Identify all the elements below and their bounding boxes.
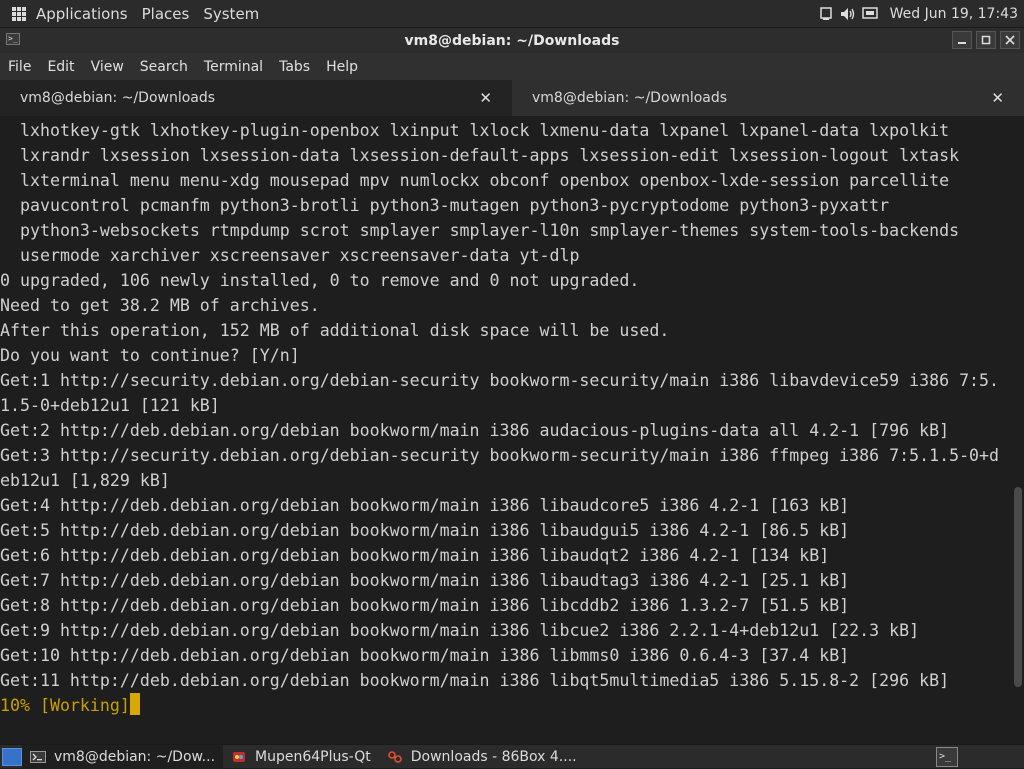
terminal-line: Get:4 http://deb.debian.org/debian bookw… xyxy=(0,496,850,515)
show-desktop-button[interactable] xyxy=(2,747,22,766)
terminal-icon xyxy=(30,750,46,764)
menu-file[interactable]: File xyxy=(0,59,39,75)
terminal-scrollbar[interactable] xyxy=(1012,116,1024,744)
clock[interactable]: Wed Jun 19, 17:43 xyxy=(890,6,1018,22)
terminal-line: Do you want to continue? [Y/n] xyxy=(0,346,300,365)
terminal-line: Get:2 http://deb.debian.org/debian bookw… xyxy=(0,421,950,440)
terminal-line: Get:11 http://deb.debian.org/debian book… xyxy=(0,671,950,690)
tab-close-icon[interactable]: ✕ xyxy=(479,89,492,107)
mupen-icon xyxy=(231,750,247,764)
terminal-icon[interactable]: >_ xyxy=(6,33,20,45)
terminal-line: Get:9 http://deb.debian.org/debian bookw… xyxy=(0,621,920,640)
menu-tabs[interactable]: Tabs xyxy=(271,59,318,75)
menu-bar: File Edit View Search Terminal Tabs Help xyxy=(0,53,1024,80)
panel-menus: Applications Places System xyxy=(0,0,267,28)
terminal-output[interactable]: lxhotkey-gtk lxhotkey-plugin-openbox lxi… xyxy=(0,116,1012,744)
tab-close-icon[interactable]: ✕ xyxy=(991,89,1004,107)
taskbar-item-label: vm8@debian: ~/Dow... xyxy=(54,748,216,765)
terminal-line: 0 upgraded, 106 newly installed, 0 to re… xyxy=(0,271,640,290)
terminal-line: lxrandr lxsession lxsession-data lxsessi… xyxy=(0,146,960,165)
scrollbar-thumb[interactable] xyxy=(1014,487,1022,687)
window-title: vm8@debian: ~/Downloads xyxy=(404,32,620,49)
terminal-line: Get:10 http://deb.debian.org/debian book… xyxy=(0,646,850,665)
terminal-line: After this operation, 152 MB of addition… xyxy=(0,321,670,340)
terminal-line: python3-websockets rtmpdump scrot smplay… xyxy=(0,221,960,240)
tab-1[interactable]: vm8@debian: ~/Downloads ✕ xyxy=(0,80,512,116)
terminal-line: Get:3 http://security.debian.org/debian-… xyxy=(0,446,1000,465)
status-text: 10% [Working] xyxy=(0,696,130,715)
tab-bar: vm8@debian: ~/Downloads ✕ vm8@debian: ~/… xyxy=(0,80,1024,116)
taskbar-item-label: Mupen64Plus-Qt xyxy=(255,748,371,765)
terminal-line: 1.5-0+deb12u1 [121 kB] xyxy=(0,396,220,415)
terminal-line: Need to get 38.2 MB of archives. xyxy=(0,296,320,315)
places-menu[interactable]: Places xyxy=(142,5,190,23)
minimize-button[interactable] xyxy=(952,31,972,49)
terminal-status-line: 10% [Working] xyxy=(0,693,1012,718)
network-icon[interactable] xyxy=(818,6,834,22)
maximize-button[interactable] xyxy=(976,31,996,49)
terminal-launcher-icon[interactable]: >_ xyxy=(936,747,958,767)
applications-grid-icon[interactable] xyxy=(12,6,26,21)
menu-search[interactable]: Search xyxy=(132,59,196,75)
taskbar: vm8@debian: ~/Dow... Mupen64Plus-Qt Down… xyxy=(0,744,1024,769)
tab-label: vm8@debian: ~/Downloads xyxy=(532,90,728,106)
terminal-line: Get:5 http://deb.debian.org/debian bookw… xyxy=(0,521,850,540)
window-titlebar[interactable]: >_ vm8@debian: ~/Downloads xyxy=(0,28,1024,53)
terminal-line: Get:8 http://deb.debian.org/debian bookw… xyxy=(0,596,850,615)
taskbar-item-mupen64plus[interactable]: Mupen64Plus-Qt xyxy=(223,745,379,769)
terminal-cursor xyxy=(129,693,140,715)
terminal-line: eb12u1 [1,829 kB] xyxy=(0,471,170,490)
terminal-line: lxhotkey-gtk lxhotkey-plugin-openbox lxi… xyxy=(0,121,950,140)
86box-icon xyxy=(387,750,403,764)
close-button[interactable] xyxy=(1000,31,1020,49)
terminal-line: lxterminal menu menu-xdg mousepad mpv nu… xyxy=(0,171,950,190)
terminal-line: Get:6 http://deb.debian.org/debian bookw… xyxy=(0,546,830,565)
applications-menu[interactable]: Applications xyxy=(36,5,128,23)
system-tray: Wed Jun 19, 17:43 xyxy=(818,0,1018,28)
window-controls xyxy=(948,31,1020,49)
menu-help[interactable]: Help xyxy=(318,59,366,75)
terminal-line: Get:1 http://security.debian.org/debian-… xyxy=(0,371,1000,390)
display-icon[interactable] xyxy=(861,6,878,22)
taskbar-item-terminal[interactable]: vm8@debian: ~/Dow... xyxy=(22,744,224,769)
volume-icon[interactable] xyxy=(840,6,856,22)
terminal-line: pavucontrol pcmanfm python3-brotli pytho… xyxy=(0,196,890,215)
menu-terminal[interactable]: Terminal xyxy=(196,59,271,75)
menu-view[interactable]: View xyxy=(83,59,132,75)
taskbar-item-86box[interactable]: Downloads - 86Box 4.... xyxy=(379,745,585,769)
tab-label: vm8@debian: ~/Downloads xyxy=(20,90,216,106)
terminal-line: Get:7 http://deb.debian.org/debian bookw… xyxy=(0,571,850,590)
terminal-line: usermode xarchiver xscreensaver xscreens… xyxy=(0,246,580,265)
top-panel: Applications Places System Wed Jun 19, 1… xyxy=(0,0,1024,28)
menu-edit[interactable]: Edit xyxy=(39,59,82,75)
tab-2[interactable]: vm8@debian: ~/Downloads ✕ xyxy=(512,80,1024,116)
taskbar-item-label: Downloads - 86Box 4.... xyxy=(410,748,577,765)
system-menu[interactable]: System xyxy=(203,5,259,23)
